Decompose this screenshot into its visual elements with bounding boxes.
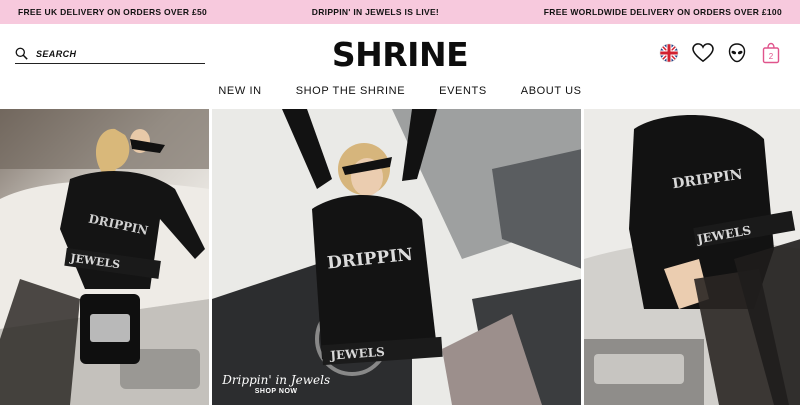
promo-campaign[interactable]: DRIPPIN' IN JEWELS IS LIVE! — [312, 7, 439, 17]
nav-events[interactable]: EVENTS — [439, 85, 487, 105]
shop-now-link[interactable]: SHOP NOW — [222, 388, 330, 395]
page-bottom — [0, 405, 800, 419]
nav-about-us[interactable]: ABOUT US — [521, 85, 582, 105]
shopping-bag-icon[interactable]: 2 — [760, 42, 782, 64]
nav-new-in[interactable]: NEW IN — [218, 85, 261, 105]
promo-uk-delivery: FREE UK DELIVERY ON ORDERS OVER £50 — [18, 7, 208, 17]
promo-bar: FREE UK DELIVERY ON ORDERS OVER £50 DRIP… — [0, 0, 800, 24]
main-nav: NEW IN SHOP THE SHRINE EVENTS ABOUT US — [0, 85, 800, 105]
site-header: SEARCH SHRINE 2 — [0, 24, 800, 82]
nav-shop-the-shrine[interactable]: SHOP THE SHRINE — [296, 85, 405, 105]
header-icons: 2 — [658, 42, 782, 64]
heart-icon[interactable] — [692, 42, 714, 64]
hero-caption[interactable]: Drippin' in Jewels SHOP NOW — [222, 373, 330, 395]
bag-count: 2 — [769, 52, 774, 61]
promo-worldwide-delivery: FREE WORLDWIDE DELIVERY ON ORDERS OVER £… — [543, 7, 782, 17]
hero-banner[interactable]: DRIPPIN JEWELS DRIPPIN JEWELS Drippin' i… — [0, 109, 800, 405]
uk-flag-icon[interactable] — [658, 42, 680, 64]
hero-photo-3[interactable]: DRIPPIN JEWELS — [583, 109, 800, 405]
alien-icon[interactable] — [726, 42, 748, 64]
hero-caption-title: Drippin' in Jewels — [222, 373, 331, 387]
hero-photo-2[interactable]: DRIPPIN JEWELS Drippin' in Jewels SHOP N… — [212, 109, 581, 405]
hero-photo-1[interactable]: DRIPPIN JEWELS — [0, 109, 210, 405]
